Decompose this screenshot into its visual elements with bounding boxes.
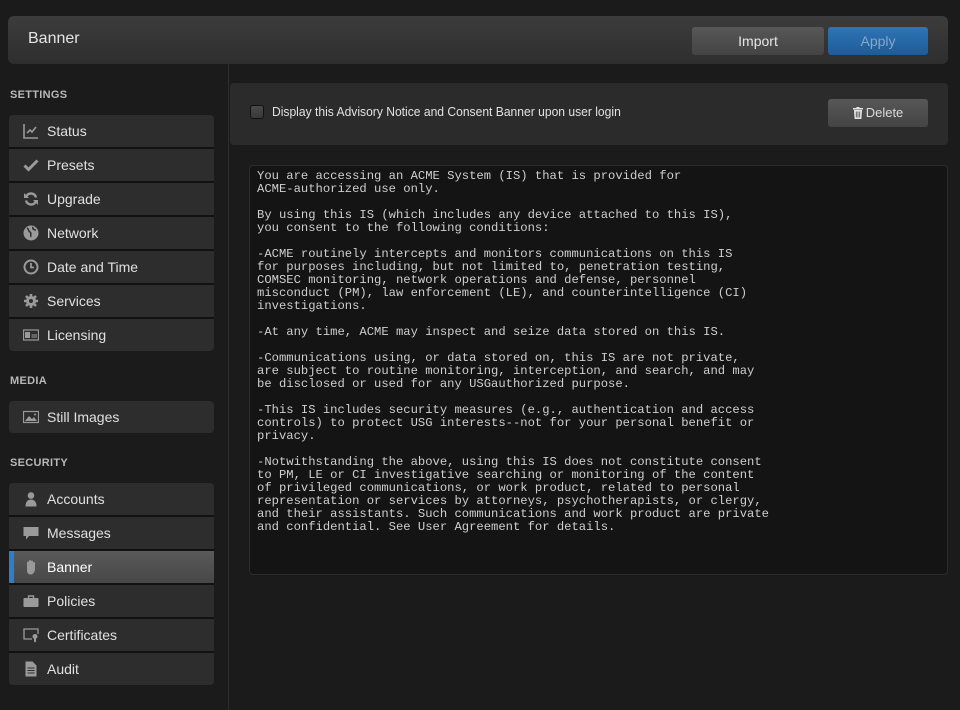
sidebar-item-audit[interactable]: Audit: [9, 653, 214, 685]
sidebar-item-label: Messages: [47, 525, 111, 541]
section-title-media: MEDIA: [10, 375, 47, 387]
display-banner-checkbox-label[interactable]: Display this Advisory Notice and Consent…: [272, 104, 621, 119]
sidebar-item-label: Presets: [47, 157, 95, 173]
sidebar-item-label: Date and Time: [47, 259, 139, 275]
sidebar-item-label: Still Images: [47, 409, 120, 425]
sidebar-item-label: Network: [47, 225, 99, 241]
sidebar-item-network[interactable]: Network: [9, 217, 214, 251]
gear-icon: [23, 293, 39, 309]
sidebar-item-label: Upgrade: [47, 191, 101, 207]
sidebar-item-label: Banner: [47, 559, 93, 575]
sidebar-item-certificates[interactable]: Certificates: [9, 619, 214, 653]
delete-button-label: Delete: [865, 105, 904, 120]
nav-group-settings: Status Presets Upgrade Network Date and …: [9, 115, 214, 351]
sidebar-item-label: Licensing: [47, 327, 107, 343]
import-button[interactable]: Import: [692, 27, 824, 55]
document-icon: [23, 661, 39, 677]
chat-bubble-icon: [23, 525, 39, 541]
briefcase-icon: [23, 593, 39, 609]
sidebar-item-status[interactable]: Status: [9, 115, 214, 149]
clock-icon: [23, 259, 39, 275]
sidebar-item-services[interactable]: Services: [9, 285, 214, 319]
sidebar-item-messages[interactable]: Messages: [9, 517, 214, 551]
sidebar-item-upgrade[interactable]: Upgrade: [9, 183, 214, 217]
sidebar-divider: [228, 64, 229, 710]
display-banner-checkbox[interactable]: [250, 105, 264, 119]
sidebar-item-label: Certificates: [47, 627, 118, 643]
page-title: Banner: [28, 30, 80, 47]
page-header: Banner Import Apply: [8, 16, 948, 64]
image-icon: [23, 409, 39, 425]
nav-group-media: Still Images: [9, 401, 214, 433]
refresh-icon: [23, 191, 39, 207]
chart-line-icon: [23, 123, 39, 139]
sidebar-item-label: Audit: [47, 661, 79, 677]
nav-group-security: Accounts Messages Banner Policies Certif…: [9, 483, 214, 685]
section-title-settings: SETTINGS: [10, 89, 68, 101]
sidebar-item-accounts[interactable]: Accounts: [9, 483, 214, 517]
sidebar-item-label: Policies: [47, 593, 96, 609]
sidebar-item-label: Services: [47, 293, 101, 309]
license-card-icon: [23, 327, 39, 343]
apply-button[interactable]: Apply: [828, 27, 928, 55]
trash-icon: [852, 107, 863, 119]
sidebar-item-still-images[interactable]: Still Images: [9, 401, 214, 433]
sidebar-item-label: Accounts: [47, 491, 105, 507]
sidebar-item-licensing[interactable]: Licensing: [9, 319, 214, 351]
checkmark-icon: [23, 157, 39, 173]
sidebar-item-date-and-time[interactable]: Date and Time: [9, 251, 214, 285]
globe-icon: [23, 225, 39, 241]
delete-button[interactable]: Delete: [828, 99, 928, 127]
sidebar-item-banner[interactable]: Banner: [9, 551, 214, 585]
hand-icon: [23, 559, 39, 575]
sidebar-item-presets[interactable]: Presets: [9, 149, 214, 183]
section-title-security: SECURITY: [10, 457, 69, 469]
user-icon: [23, 491, 39, 507]
sidebar-item-policies[interactable]: Policies: [9, 585, 214, 619]
certificate-icon: [23, 627, 39, 643]
banner-options-bar: Display this Advisory Notice and Consent…: [230, 83, 948, 145]
sidebar-item-label: Status: [47, 123, 87, 139]
banner-text-area[interactable]: [249, 165, 948, 575]
